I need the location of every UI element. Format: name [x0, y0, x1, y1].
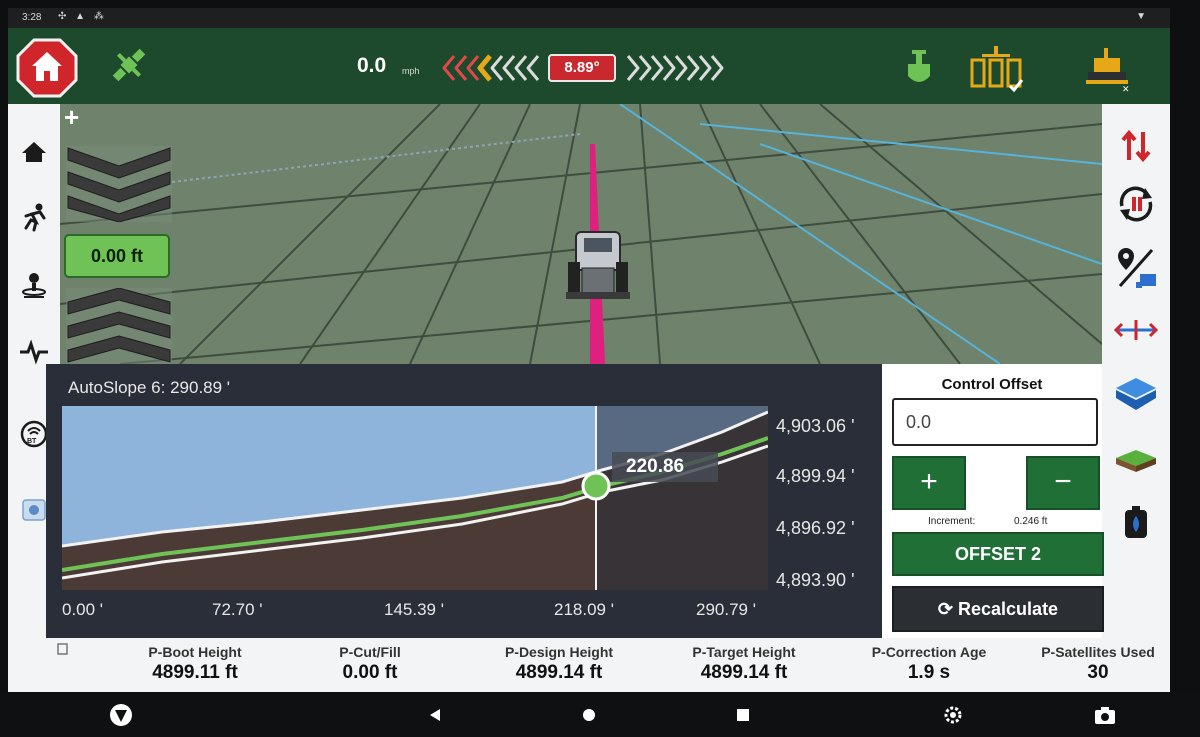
brand-logo-icon[interactable]	[108, 702, 134, 728]
decrease-offset-button[interactable]: −	[1026, 456, 1100, 510]
android-nav-bar	[0, 692, 1200, 737]
readout-label: P-Cut/Fill	[339, 644, 401, 660]
readout-value: 30	[1087, 662, 1109, 683]
increment-label: Increment:	[928, 516, 976, 527]
readout-design-height[interactable]: P-Design Height 4899.14 ft	[474, 644, 644, 684]
home-button[interactable]	[16, 38, 78, 98]
readout-boot-height[interactable]: P-Boot Height 4899.11 ft	[120, 644, 270, 684]
control-offset-title: Control Offset	[941, 376, 1043, 393]
machine-3d-view[interactable]: + 0.00 ft	[60, 104, 1102, 364]
swap-icon[interactable]	[1112, 122, 1160, 170]
surface-icon[interactable]	[1112, 436, 1160, 484]
control-offset-panel: Control Offset 0.0 + − Increment: 0.246 …	[882, 364, 1104, 638]
svg-text:BT: BT	[27, 438, 37, 445]
recalculate-button[interactable]: ⟳ Recalculate	[892, 586, 1104, 632]
profile-chart[interactable]	[62, 406, 768, 590]
refresh-icon: ⟳	[937, 599, 959, 619]
chevron-left-indicator	[442, 54, 540, 82]
y-tick-label: 4,893.90 '	[776, 570, 855, 590]
top-toolbar: 0.0 mph 8.89° ✕	[8, 28, 1170, 104]
readout-value: 4899.14 ft	[515, 662, 603, 683]
back-icon[interactable]	[422, 702, 448, 728]
status-time: 3:28	[22, 12, 42, 23]
elevation-offset-badge: 0.00 ft	[64, 234, 170, 278]
readout-label: P-Target Height	[692, 644, 796, 660]
camera-icon[interactable]	[1092, 702, 1118, 728]
offset-value-input[interactable]: 0.0	[892, 398, 1098, 446]
chevron-right-indicator	[626, 55, 724, 81]
readout-value: 1.9 s	[907, 662, 951, 683]
readout-target-height[interactable]: P-Target Height 4899.14 ft	[664, 644, 824, 684]
readout-satellites-used[interactable]: P-Satellites Used 30	[1028, 644, 1168, 684]
machine-config-icon[interactable]	[966, 42, 1026, 96]
y-tick-label: 4,903.06 '	[776, 416, 855, 436]
y-tick-label: 4,896.92 '	[776, 518, 855, 538]
svg-text:✕: ✕	[1122, 84, 1130, 94]
x-tick-label: 290.79 '	[696, 600, 756, 619]
recents-icon[interactable]	[730, 702, 756, 728]
readout-label: P-Satellites Used	[1041, 644, 1155, 660]
y-tick-label: 4,899.94 '	[776, 466, 855, 486]
raise-chevrons	[66, 146, 172, 222]
status-icons: ✣ ▲ ⁂	[58, 11, 107, 22]
run-icon[interactable]	[14, 198, 54, 238]
anchor-point-icon[interactable]	[14, 264, 54, 304]
readout-label: P-Correction Age	[871, 644, 987, 660]
recalculate-label: Recalculate	[958, 599, 1059, 619]
terrain-grid	[60, 104, 1102, 364]
readout-cut-fill[interactable]: P-Cut/Fill 0.00 ft	[300, 644, 440, 684]
tablet-screen: 3:28 ✣ ▲ ⁂ ▼ 0.0 mph 8.89° ✕ BT + 0.00 f…	[8, 8, 1170, 692]
home-icon[interactable]	[14, 132, 54, 172]
settings-gear-icon[interactable]	[940, 702, 966, 728]
x-tick-label: 72.70 '	[212, 600, 263, 619]
crosshair-icon[interactable]	[1112, 306, 1160, 354]
layers-icon[interactable]	[1112, 370, 1160, 418]
readout-label: P-Boot Height	[148, 644, 242, 660]
readout-value: 0.00 ft	[342, 662, 398, 683]
battery-icon[interactable]	[1112, 500, 1160, 548]
wifi-icon: ▼	[1136, 11, 1146, 22]
readout-correction-age[interactable]: P-Correction Age 1.9 s	[844, 644, 1014, 684]
readout-value: 4899.14 ft	[700, 662, 788, 683]
speed-unit: mph	[402, 66, 420, 76]
x-tick-label: 0.00 '	[62, 600, 104, 619]
dozer-blade-icon[interactable]: ✕	[1082, 44, 1134, 94]
blade-angle-badge: 8.89°	[548, 54, 616, 82]
readout-value: 4899.11 ft	[152, 662, 238, 683]
offset-2-button[interactable]: OFFSET 2	[892, 532, 1104, 576]
home-nav-icon[interactable]	[576, 702, 602, 728]
machine-model	[566, 231, 630, 299]
pin-machine-icon[interactable]	[1112, 244, 1160, 292]
zoom-in-button[interactable]: +	[64, 104, 79, 130]
increase-offset-button[interactable]: +	[892, 456, 966, 510]
x-tick-label: 218.09 '	[554, 600, 614, 619]
increment-value: 0.246 ft	[1014, 516, 1048, 527]
copy-icon[interactable]	[56, 642, 70, 656]
cursor-distance-label: 220.86	[612, 452, 718, 482]
readout-label: P-Design Height	[504, 644, 614, 660]
lower-chevrons	[66, 288, 172, 364]
readout-bar: P-Boot Height 4899.11 ft P-Cut/Fill 0.00…	[57, 638, 1170, 692]
speed-value: 0.0	[357, 54, 387, 77]
right-sidebar	[1102, 104, 1170, 692]
shovel-icon[interactable]	[902, 48, 936, 88]
satellite-icon[interactable]	[106, 42, 152, 88]
profile-title: AutoSlope 6: 290.89 '	[68, 378, 231, 397]
x-tick-label: 145.39 '	[384, 600, 444, 619]
android-status-bar: 3:28 ✣ ▲ ⁂ ▼	[8, 8, 1170, 28]
slope-profile-panel: AutoSlope 6: 290.89 ' 220.86 4,903.06 ' …	[46, 364, 882, 638]
rotate-icon[interactable]	[1112, 180, 1160, 228]
